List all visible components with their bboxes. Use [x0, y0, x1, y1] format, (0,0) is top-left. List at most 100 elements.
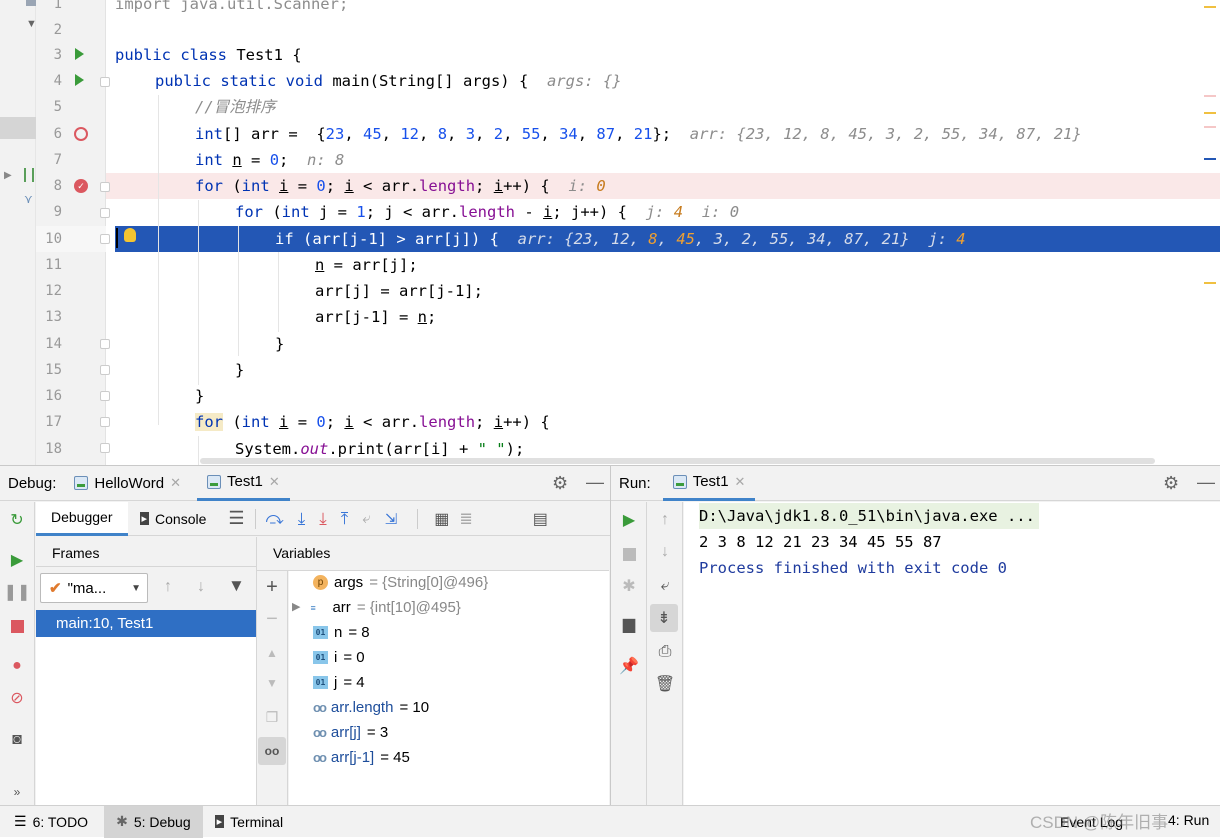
minimize-icon[interactable]: —: [586, 472, 604, 493]
fold-marker-icon[interactable]: [100, 339, 110, 349]
code-line-10[interactable]: if (arr[j-1] > arr[j]) { arr: {23, 12, 8…: [275, 226, 966, 252]
print-icon[interactable]: ⎙: [653, 640, 677, 664]
scroll-marker[interactable]: [1204, 282, 1216, 284]
step-out-icon[interactable]: ⤒: [341, 509, 349, 529]
fold-marker-icon[interactable]: [100, 234, 110, 244]
code-line-15[interactable]: }: [235, 357, 244, 383]
structure-icon[interactable]: [24, 168, 34, 182]
code-line-8[interactable]: for (int i = 0; i < arr.length; i++) { i…: [195, 173, 606, 199]
arrow-up-icon[interactable]: ↑: [653, 508, 677, 532]
fold-marker-icon[interactable]: [100, 443, 110, 453]
layout-icon[interactable]: ▆: [617, 612, 641, 636]
code-line-9[interactable]: for (int j = 1; j < arr.length - i; j++)…: [235, 199, 739, 225]
mute-breakpoints-icon[interactable]: ⊘: [5, 686, 29, 710]
variable-row[interactable]: ▶ ≡ arr = {int[10]@495}: [292, 595, 461, 620]
settings-gear-icon[interactable]: ⚙: [1163, 473, 1179, 494]
tab-helloword[interactable]: HelloWord ✕: [64, 466, 191, 501]
fold-marker-icon[interactable]: [100, 208, 110, 218]
thread-select[interactable]: ✔ "ma... ▼: [40, 573, 148, 603]
close-icon[interactable]: ✕: [170, 475, 181, 491]
step-into-icon[interactable]: ⤓: [298, 509, 306, 529]
move-down-icon[interactable]: ▼: [260, 671, 284, 695]
variable-row[interactable]: 01 n = 8: [313, 620, 370, 645]
show-watches-icon[interactable]: oo: [258, 737, 286, 765]
variable-row[interactable]: oo arr[j-1] = 45: [313, 745, 410, 770]
expand-arrow-icon[interactable]: ▶: [292, 595, 300, 620]
run-main-icon[interactable]: [75, 74, 84, 86]
move-up-icon[interactable]: ▲: [260, 641, 284, 665]
code-line-7[interactable]: int n = 0; n: 8: [195, 147, 344, 173]
debug-button[interactable]: ✱ 5: Debug: [104, 805, 203, 838]
settings-gear-icon[interactable]: ⚙: [552, 473, 568, 494]
pin-icon[interactable]: 📌: [617, 654, 641, 678]
evaluate-expression-icon[interactable]: ▦: [434, 509, 449, 529]
breakpoint-icon[interactable]: ✓: [74, 179, 88, 193]
remove-watch-icon[interactable]: −: [260, 607, 284, 631]
minimize-icon[interactable]: —: [1197, 472, 1215, 493]
code-line-4[interactable]: public static void main(String[] args) {…: [155, 68, 622, 94]
expand-arrow-icon[interactable]: ▶: [4, 170, 12, 181]
stop-icon[interactable]: [5, 614, 29, 638]
run-class-icon[interactable]: [75, 48, 84, 60]
scroll-marker[interactable]: [1204, 6, 1216, 8]
scroll-marker[interactable]: [1204, 158, 1216, 160]
code-line-14[interactable]: }: [275, 331, 284, 357]
code-line-17[interactable]: for (int i = 0; i < arr.length; i++) {: [195, 409, 550, 435]
run-button[interactable]: 4: Run: [1168, 812, 1209, 832]
rerun-icon[interactable]: ↻: [5, 508, 29, 532]
soft-wrap-icon[interactable]: ⤶: [653, 574, 677, 598]
pause-icon[interactable]: ❚❚: [4, 580, 31, 604]
scroll-marker[interactable]: [1204, 112, 1216, 114]
code-line-12[interactable]: arr[j] = arr[j-1];: [315, 278, 483, 304]
layout-icon[interactable]: ▤: [533, 509, 548, 529]
more-icon[interactable]: »: [5, 780, 29, 804]
code-line-6[interactable]: int[] arr = {23, 45, 12, 8, 3, 2, 55, 34…: [195, 121, 1082, 147]
fold-marker-icon[interactable]: [100, 77, 110, 87]
hierarchy-icon[interactable]: ⋎: [24, 192, 33, 206]
code-line-11[interactable]: n = arr[j];: [315, 252, 418, 278]
arrow-down-icon[interactable]: ↓: [653, 540, 677, 564]
fold-marker-icon[interactable]: [100, 417, 110, 427]
terminal-button[interactable]: ▸ Terminal: [203, 806, 295, 838]
arrow-down-icon[interactable]: ↓: [197, 578, 205, 596]
todo-button[interactable]: ☰ 6: TODO: [0, 806, 100, 838]
resume-icon[interactable]: ▶: [5, 548, 29, 572]
fold-marker-icon[interactable]: [100, 391, 110, 401]
variable-row[interactable]: 01 j = 4: [313, 670, 365, 695]
code-editor[interactable]: ▼ ▶ ⋎ 1 2 3 4 5 6 7 8 9 10 11 12 13 14 1…: [0, 0, 1220, 465]
drop-frame-icon[interactable]: ⤶: [362, 510, 370, 527]
variable-row[interactable]: oo arr.length = 10: [313, 695, 429, 720]
scroll-marker[interactable]: [1204, 126, 1216, 128]
tab-test1[interactable]: Test1 ✕: [197, 466, 290, 501]
variable-row[interactable]: 01 i = 0: [313, 645, 365, 670]
scroll-to-end-icon[interactable]: ⇟: [650, 604, 678, 632]
tab-run-test1[interactable]: Test1 ✕: [662, 466, 756, 501]
code-line-3[interactable]: public class Test1 {: [115, 42, 302, 68]
camera-icon[interactable]: ◙: [5, 728, 29, 752]
fold-marker-icon[interactable]: [100, 365, 110, 375]
trace-icon[interactable]: ≣: [459, 509, 472, 529]
run-to-cursor-icon[interactable]: ⇲: [385, 510, 398, 528]
code-line-13[interactable]: arr[j-1] = n;: [315, 304, 436, 330]
add-watch-icon[interactable]: +: [260, 575, 284, 599]
menu-icon[interactable]: ☰: [228, 508, 244, 529]
variable-row[interactable]: p args = {String[0]@496}: [313, 570, 488, 595]
fold-marker-icon[interactable]: [100, 182, 110, 192]
close-icon[interactable]: ✕: [735, 474, 746, 490]
copy-icon[interactable]: ❐: [260, 705, 284, 729]
tab-console[interactable]: ▸ Console: [128, 511, 219, 527]
rerun-icon[interactable]: ▶: [617, 508, 641, 532]
filter-icon[interactable]: ▼: [228, 576, 245, 596]
frame-item[interactable]: main:10, Test1: [36, 610, 256, 637]
splitter[interactable]: [610, 466, 611, 806]
force-step-into-icon[interactable]: ⤓: [319, 509, 327, 529]
view-breakpoints-icon[interactable]: ●: [5, 654, 29, 678]
horizontal-scrollbar[interactable]: [200, 458, 1155, 464]
tab-debugger[interactable]: Debugger: [36, 501, 128, 536]
project-icon[interactable]: [26, 0, 36, 6]
close-icon[interactable]: ✕: [269, 474, 280, 490]
scroll-marker[interactable]: [1204, 95, 1216, 97]
stop-icon[interactable]: [617, 542, 641, 566]
lightbulb-icon[interactable]: [124, 228, 136, 242]
arrow-up-icon[interactable]: ↑: [164, 578, 172, 596]
